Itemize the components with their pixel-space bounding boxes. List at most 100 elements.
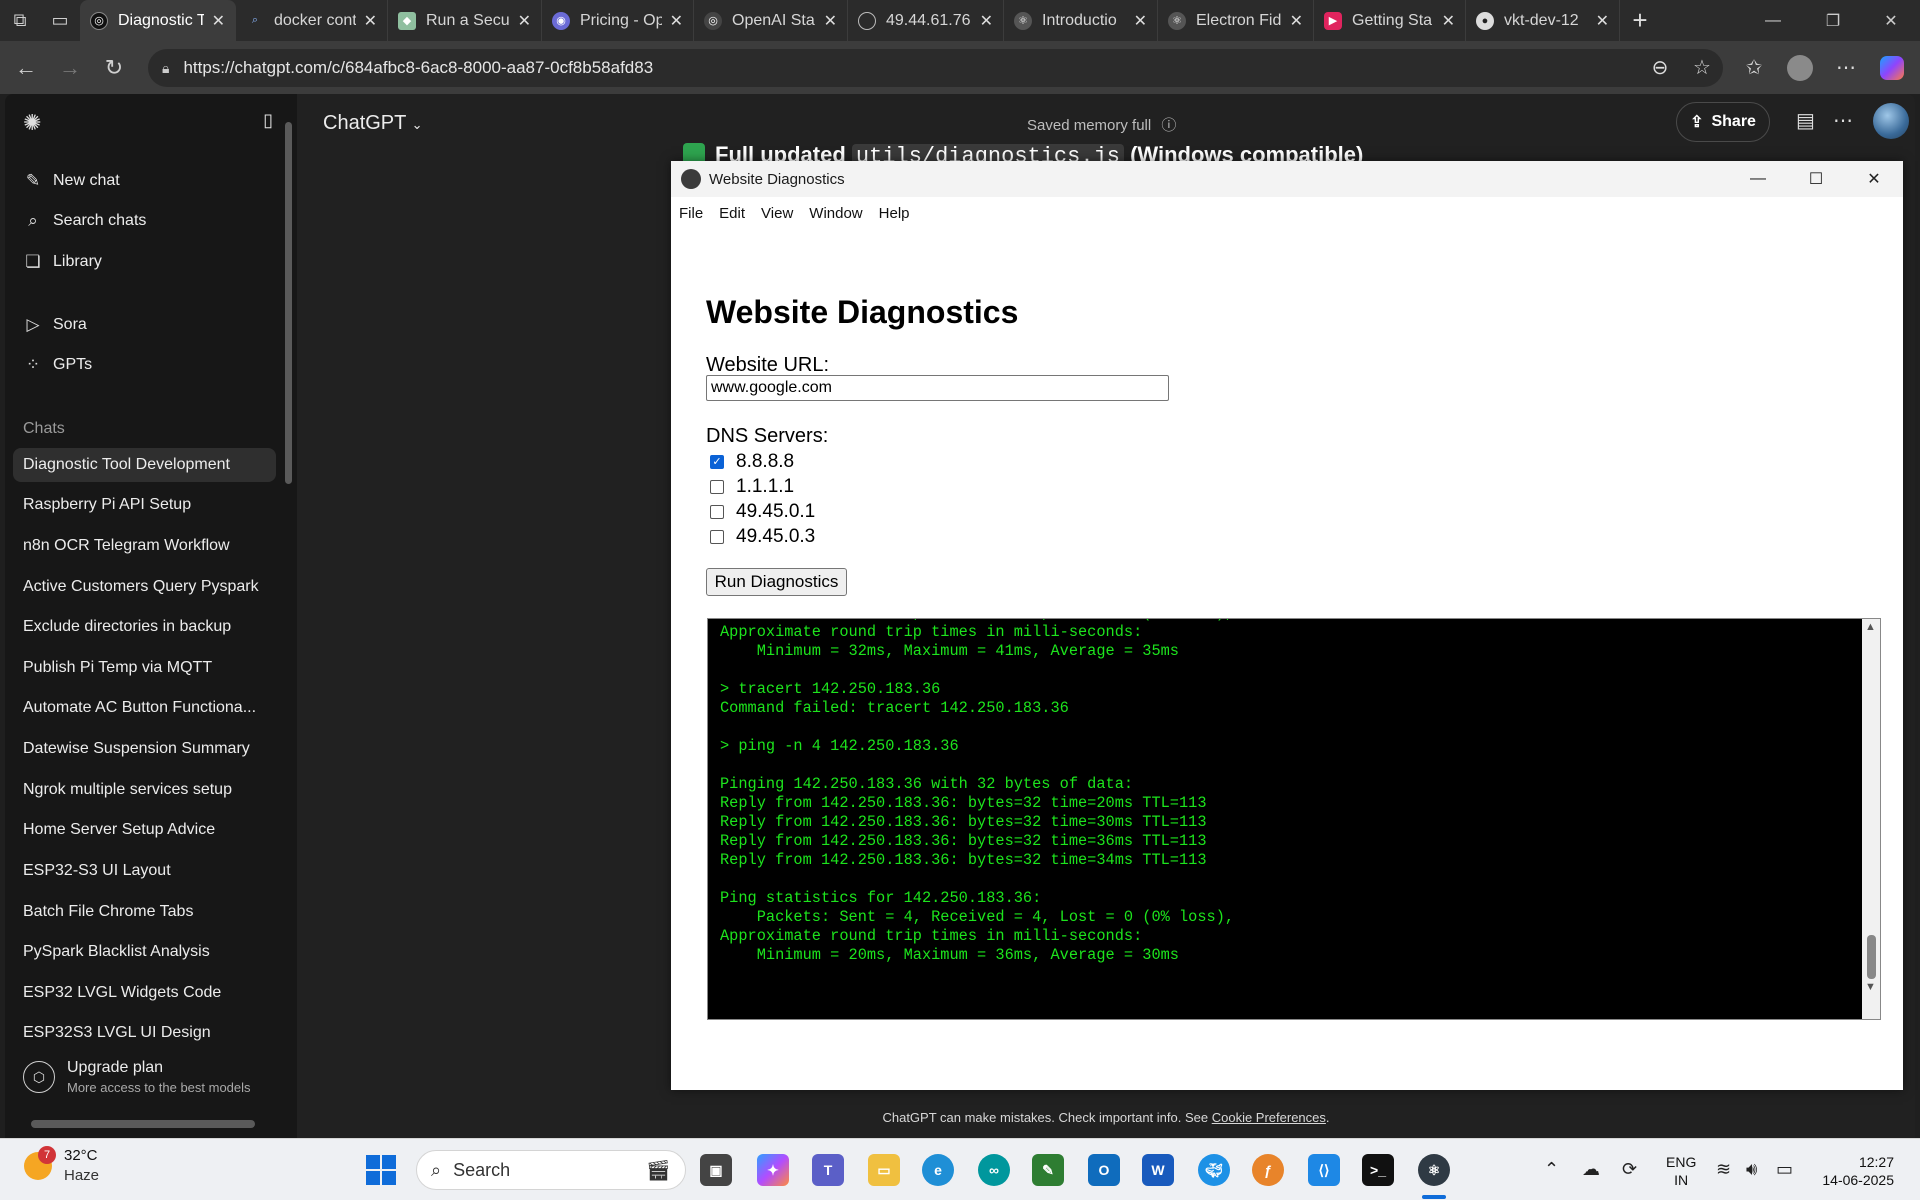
back-icon[interactable]: ← [4,46,48,90]
checkbox[interactable] [710,479,724,494]
chat-list-item[interactable]: Diagnostic Tool Development [13,448,276,482]
minimize-icon[interactable]: — [1729,161,1787,197]
menu-file[interactable]: File [671,205,711,222]
memory-status[interactable]: Saved memory full ⓘ [1027,114,1176,135]
chat-list-item[interactable]: Home Server Setup Advice [23,813,273,847]
avatar[interactable] [1873,103,1909,139]
gpts-button[interactable]: ⁘ GPTs [23,348,92,382]
restore-icon[interactable]: ❐ [1804,0,1862,41]
docker-icon[interactable]: 🐳︎ [1198,1154,1230,1186]
browser-tab[interactable]: 49.44.61.76 ✕ [848,0,1004,41]
terminal-icon[interactable]: >_ [1362,1154,1394,1186]
console-scrollbar[interactable]: ▲ ▼ [1862,619,1880,1019]
scroll-thumb[interactable] [1867,935,1876,979]
close-icon[interactable]: ✕ [980,11,993,31]
task-view-icon[interactable]: ▣ [700,1154,732,1186]
more-options-icon[interactable]: ⋯ [1833,108,1853,133]
chat-list-item[interactable]: Batch File Chrome Tabs [23,895,273,929]
notepad-icon[interactable]: ✎ [1032,1154,1064,1186]
new-tab-button[interactable]: + [1620,5,1660,36]
vscode-icon[interactable]: ⟨⟩ [1308,1154,1340,1186]
chat-list-item[interactable]: ESP32 LVGL Widgets Code [23,976,273,1010]
maximize-icon[interactable]: ☐ [1787,161,1845,197]
file-explorer-icon[interactable]: ▭ [868,1154,900,1186]
close-icon[interactable]: ✕ [670,11,683,31]
close-icon[interactable]: ✕ [1596,11,1609,31]
chat-list-item[interactable]: PySpark Blacklist Analysis [23,935,273,969]
show-hidden-icons[interactable]: ⌃ [1544,1159,1559,1180]
run-diagnostics-button[interactable]: Run Diagnostics [706,568,847,596]
browser-tab[interactable]: ◎ Diagnostic T ✕ [80,0,236,41]
taskbar-search[interactable]: ⌕ Search 🎬︎ [416,1150,686,1190]
chat-list-item[interactable]: Active Customers Query Pyspark [23,570,273,604]
app-titlebar[interactable]: Website Diagnostics [671,161,1903,197]
scroll-down-icon[interactable]: ▼ [1865,981,1876,993]
checkbox[interactable] [710,529,724,544]
menu-view[interactable]: View [753,205,801,222]
close-icon[interactable]: ✕ [518,11,531,31]
sidebar-toggle-icon[interactable]: ▯ [263,110,273,136]
model-selector[interactable]: ChatGPT ⌄ [323,112,422,135]
wifi-icon[interactable]: ≋ [1716,1159,1731,1180]
battery-icon[interactable]: ▭ [1776,1159,1793,1180]
workspaces-icon[interactable]: ⧉ [0,0,40,41]
menu-window[interactable]: Window [801,205,870,222]
menu-edit[interactable]: Edit [711,205,753,222]
clock[interactable]: 12:27 14-06-2025 [1814,1153,1894,1189]
chat-list-item[interactable]: n8n OCR Telegram Workflow [23,529,273,563]
chat-list-item[interactable]: Exclude directories in backup [23,610,273,644]
browser-tab[interactable]: ● vkt-dev-12 ✕ [1466,0,1620,41]
copilot-app-icon[interactable]: ✦ [757,1154,789,1186]
sora-button[interactable]: ▷ Sora [23,308,86,342]
dns-option[interactable]: 49.45.0.1 [710,499,815,524]
canvas-icon[interactable]: ▤ [1796,108,1815,133]
copilot-icon[interactable] [1870,41,1914,94]
close-icon[interactable]: ✕ [1290,11,1303,31]
cookie-preferences-link[interactable]: Cookie Preferences [1212,1110,1326,1125]
word-icon[interactable]: W [1142,1154,1174,1186]
checkbox[interactable] [710,504,724,519]
openai-logo-icon[interactable]: ✺ [23,110,41,136]
volume-icon[interactable]: 🔊︎ [1746,1159,1757,1180]
close-window-icon[interactable]: ✕ [1845,161,1903,197]
library-button[interactable]: ❏ Library [23,245,102,279]
url-field[interactable]: 🔒︎ https://chatgpt.com/c/684afbc8-6ac8-8… [148,49,1723,87]
chat-list-item[interactable]: Publish Pi Temp via MQTT [23,651,273,685]
zoom-icon[interactable]: ⊖ [1638,41,1682,94]
minimize-icon[interactable]: — [1744,0,1802,41]
dns-option[interactable]: 49.45.0.3 [710,524,815,549]
diagnostics-output[interactable]: Packets: Sent = 4, Received = 4, Lost = … [707,618,1881,1020]
start-button[interactable] [366,1155,396,1185]
arduino-icon[interactable]: ∞ [978,1154,1010,1186]
teams-icon[interactable]: T [812,1154,844,1186]
edge-icon[interactable]: e [922,1154,954,1186]
menu-help[interactable]: Help [871,205,918,222]
search-chats-button[interactable]: ⌕ Search chats [23,204,146,238]
browser-tab[interactable]: ◉ Pricing - Op ✕ [542,0,694,41]
chat-list-item[interactable]: Datewise Suspension Summary [23,732,273,766]
browser-tab[interactable]: ◎ OpenAI Sta ✕ [694,0,848,41]
close-icon[interactable]: ✕ [824,11,837,31]
chat-list-item[interactable]: ESP32-S3 UI Layout [23,854,273,888]
close-icon[interactable]: ✕ [212,11,225,31]
tab-actions-icon[interactable]: ▭ [40,0,80,41]
more-menu-icon[interactable]: ⋯ [1824,41,1868,94]
profile-icon[interactable] [1778,41,1822,94]
browser-tab[interactable]: ◆ Run a Secu ✕ [388,0,542,41]
dns-option[interactable]: ✓ 8.8.8.8 [710,449,794,474]
outlook-icon[interactable]: O [1088,1154,1120,1186]
chat-list-item[interactable]: Ngrok multiple services setup [23,773,273,807]
favorite-star-icon[interactable]: ☆ [1680,41,1724,94]
checkbox-checked[interactable]: ✓ [710,454,724,469]
app-icon[interactable]: ƒ [1252,1154,1284,1186]
close-window-icon[interactable]: ✕ [1862,0,1920,41]
sync-icon[interactable]: ⟳ [1622,1159,1637,1180]
forward-icon[interactable]: → [48,46,92,90]
upgrade-plan-button[interactable]: ⬡ Upgrade plan More access to the best m… [23,1052,283,1102]
browser-tab[interactable]: ⌕ docker cont ✕ [236,0,388,41]
close-icon[interactable]: ✕ [364,11,377,31]
sidebar-scrollbar[interactable] [282,102,294,1122]
favorites-icon[interactable]: ✩ [1732,41,1776,94]
close-icon[interactable]: ✕ [1442,11,1455,31]
website-url-input[interactable] [706,375,1169,401]
